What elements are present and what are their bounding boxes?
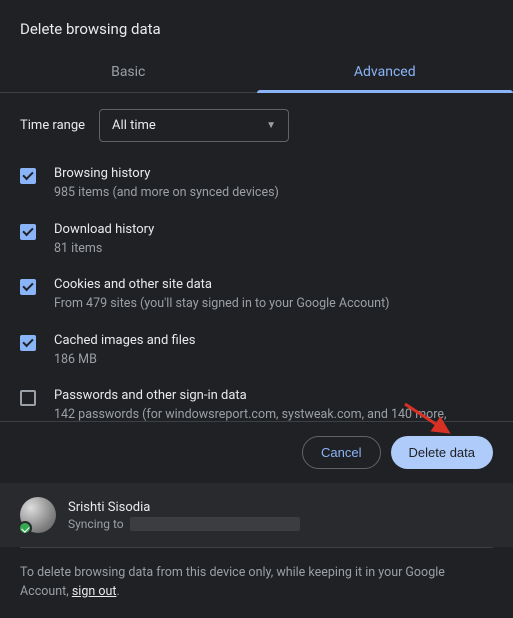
sync-status-icon bbox=[18, 521, 32, 535]
option-passwords: Passwords and other sign-in data 142 pas… bbox=[20, 388, 493, 421]
tab-bar: Basic Advanced bbox=[0, 52, 513, 93]
option-download-history: Download history 81 items bbox=[20, 222, 493, 258]
sign-out-link[interactable]: sign out bbox=[72, 584, 117, 599]
time-range-select[interactable]: All time ▼ bbox=[99, 109, 289, 142]
option-subtitle: From 479 sites (you'll stay signed in to… bbox=[54, 295, 390, 313]
tab-basic[interactable]: Basic bbox=[0, 52, 257, 92]
checkbox-cookies[interactable] bbox=[20, 279, 36, 295]
option-title: Browsing history bbox=[54, 166, 279, 181]
option-title: Download history bbox=[54, 222, 154, 237]
option-browsing-history: Browsing history 985 items (and more on … bbox=[20, 166, 493, 202]
profile-name: Srishti Sisodia bbox=[68, 500, 300, 515]
dialog-title: Delete browsing data bbox=[0, 20, 513, 52]
time-range-row: Time range All time ▼ bbox=[20, 109, 493, 142]
option-subtitle: 186 MB bbox=[54, 351, 195, 369]
chevron-down-icon: ▼ bbox=[266, 120, 276, 131]
notice-text-after: . bbox=[116, 584, 119, 599]
sync-label: Syncing to bbox=[68, 517, 124, 531]
signout-notice: To delete browsing data from this device… bbox=[20, 547, 493, 618]
checkbox-cache[interactable] bbox=[20, 335, 36, 351]
tab-advanced[interactable]: Advanced bbox=[257, 52, 513, 92]
options-scroll-area[interactable]: Time range All time ▼ Browsing history 9… bbox=[0, 93, 513, 421]
time-range-label: Time range bbox=[20, 118, 85, 133]
option-title: Passwords and other sign-in data bbox=[54, 388, 493, 403]
option-subtitle: 81 items bbox=[54, 240, 154, 258]
dialog-footer: Cancel Delete data bbox=[0, 421, 513, 483]
option-subtitle: 142 passwords (for windowsreport.com, sy… bbox=[54, 406, 493, 421]
option-title: Cached images and files bbox=[54, 333, 195, 348]
cancel-button[interactable]: Cancel bbox=[302, 436, 380, 469]
option-cookies: Cookies and other site data From 479 sit… bbox=[20, 277, 493, 313]
option-cache: Cached images and files 186 MB bbox=[20, 333, 493, 369]
sync-email-redacted bbox=[130, 517, 300, 531]
checkbox-passwords[interactable] bbox=[20, 390, 36, 406]
profile-section: Srishti Sisodia Syncing to bbox=[0, 483, 513, 547]
option-title: Cookies and other site data bbox=[54, 277, 390, 292]
checkbox-download-history[interactable] bbox=[20, 224, 36, 240]
avatar bbox=[20, 497, 56, 533]
delete-browsing-data-dialog: Delete browsing data Basic Advanced Time… bbox=[0, 0, 513, 618]
time-range-value: All time bbox=[112, 118, 156, 133]
delete-data-button[interactable]: Delete data bbox=[391, 436, 494, 469]
checkbox-browsing-history[interactable] bbox=[20, 168, 36, 184]
option-subtitle: 985 items (and more on synced devices) bbox=[54, 184, 279, 202]
